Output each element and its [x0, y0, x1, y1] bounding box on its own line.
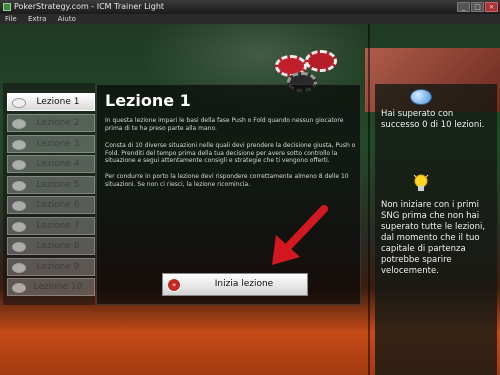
lesson-button-5[interactable]: Lezione 5	[7, 176, 95, 194]
radio-icon	[12, 181, 26, 191]
lesson-paragraph-2: Consta di 10 diverse situazioni nelle qu…	[105, 142, 356, 164]
radio-icon	[12, 263, 26, 273]
radio-icon	[12, 201, 26, 211]
radio-icon	[12, 222, 26, 232]
radio-icon	[12, 160, 26, 170]
close-icon[interactable]: ×	[485, 2, 498, 12]
lesson-button-9[interactable]: Lezione 9	[7, 258, 95, 276]
lesson-content-panel: Lezione 1 In questa lezione impari le ba…	[96, 84, 361, 305]
window-controls: _ □ ×	[457, 2, 498, 12]
menu-bar: File Extra Aiuto	[0, 14, 500, 24]
radio-icon	[12, 283, 26, 293]
tip-text: Non iniziare con i primi SNG prima che n…	[381, 200, 486, 276]
window-title: PokerStrategy.com - ICM Trainer Light	[14, 2, 165, 11]
app-icon	[3, 3, 11, 11]
title-bar: PokerStrategy.com - ICM Trainer Light _ …	[0, 0, 500, 14]
lightbulb-icon	[413, 174, 429, 191]
progress-status: Hai superato con successo 0 di 10 lezion…	[381, 109, 485, 130]
start-lesson-label: Inizia lezione	[214, 279, 274, 289]
start-lesson-button[interactable]: » Inizia lezione	[162, 273, 308, 296]
radio-icon	[12, 119, 26, 129]
lesson-button-4[interactable]: Lezione 4	[7, 155, 95, 173]
lesson-paragraph-1: In questa lezione impari le basi della f…	[105, 117, 344, 132]
info-panel: Hai superato con successo 0 di 10 lezion…	[375, 84, 497, 375]
lesson-button-7[interactable]: Lezione 7	[7, 217, 95, 235]
radio-icon	[12, 98, 26, 108]
lesson-button-6[interactable]: Lezione 6	[7, 196, 95, 214]
play-icon: »	[167, 278, 181, 292]
menu-file[interactable]: File	[5, 15, 17, 23]
lesson-paragraph-3: Per condurre in porto la lezione devi ri…	[105, 173, 349, 188]
lesson-title: Lezione 1	[105, 91, 191, 110]
lesson-button-2[interactable]: Lezione 2	[7, 114, 95, 132]
radio-icon	[12, 140, 26, 150]
lesson-list: Lezione 1 Lezione 2 Lezione 3 Lezione 4 …	[3, 83, 95, 305]
pointer-arrow-icon	[272, 205, 328, 265]
speech-bubble-icon	[410, 89, 432, 105]
lesson-button-1[interactable]: Lezione 1	[7, 93, 95, 111]
menu-help[interactable]: Aiuto	[58, 15, 76, 23]
radio-icon	[12, 242, 26, 252]
lesson-button-10[interactable]: Lezione 10	[7, 278, 95, 296]
menu-extra[interactable]: Extra	[28, 15, 46, 23]
minimize-icon[interactable]: _	[457, 2, 470, 12]
panel-divider	[368, 24, 370, 375]
maximize-icon[interactable]: □	[471, 2, 484, 12]
lesson-button-8[interactable]: Lezione 8	[7, 237, 95, 255]
lesson-button-3[interactable]: Lezione 3	[7, 135, 95, 153]
